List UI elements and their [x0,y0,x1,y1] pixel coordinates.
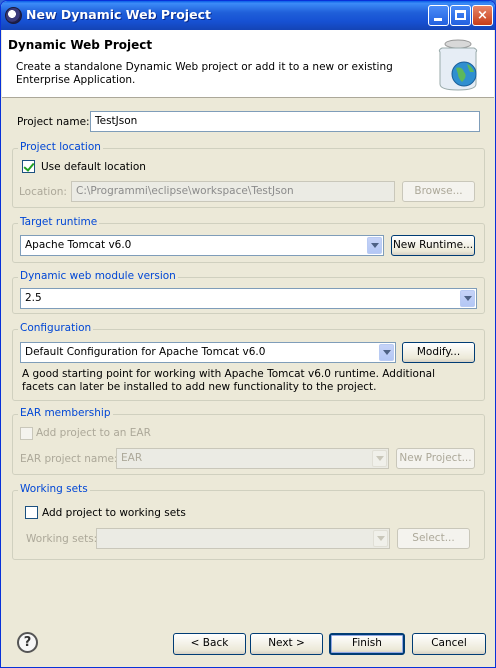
select-working-sets-button[interactable]: Select... [397,528,470,549]
configuration-description: A good starting point for working with A… [22,368,435,393]
module-version-select[interactable]: 2.5 [20,288,477,309]
modify-button[interactable]: Modify... [402,342,475,363]
ear-project-name-label: EAR project name: [20,453,118,465]
chevron-down-icon[interactable] [373,530,388,547]
ear-membership-title: EAR membership [18,407,113,419]
web-project-jar-icon [438,39,478,91]
chevron-down-icon[interactable] [379,344,394,361]
dialog-window: New Dynamic Web Project × Dynamic Web Pr… [0,0,496,668]
location-label: Location: [19,186,67,198]
add-to-ear-checkbox[interactable] [20,427,33,440]
wizard-banner: Dynamic Web Project Create a standalone … [2,30,494,98]
target-runtime-value: Apache Tomcat v6.0 [25,239,132,251]
target-runtime-select[interactable]: Apache Tomcat v6.0 [20,235,384,256]
configuration-select[interactable]: Default Configuration for Apache Tomcat … [20,342,396,363]
ear-project-name-select[interactable]: EAR [116,448,389,469]
add-to-working-sets-label: Add project to working sets [42,507,186,519]
new-runtime-button[interactable]: New Runtime... [391,235,475,256]
working-sets-title: Working sets [18,483,90,495]
working-sets-label: Working sets: [26,533,98,545]
finish-button[interactable]: Finish [329,633,405,655]
use-default-location-label: Use default location [41,161,146,173]
working-sets-select[interactable] [96,528,390,549]
back-button[interactable]: < Back [173,633,246,655]
working-sets-group: Working sets [12,483,485,560]
chevron-down-icon[interactable] [460,290,475,307]
add-to-ear-label: Add project to an EAR [36,427,151,439]
maximize-button[interactable] [450,5,471,26]
eclipse-icon [5,7,22,24]
module-version-title: Dynamic web module version [18,270,178,282]
page-description: Create a standalone Dynamic Web project … [16,61,393,86]
close-button[interactable]: × [472,5,493,26]
new-ear-project-button[interactable]: New Project... [396,448,475,469]
use-default-location-checkbox[interactable] [22,160,35,173]
project-name-input[interactable]: TestJson [90,111,480,132]
minimize-icon [434,18,442,21]
maximize-icon [455,10,466,20]
project-name-label: Project name: [17,116,90,128]
configuration-value: Default Configuration for Apache Tomcat … [25,346,266,358]
module-version-value: 2.5 [25,292,42,304]
chevron-down-icon[interactable] [367,237,382,254]
target-runtime-title: Target runtime [18,216,100,228]
help-icon[interactable]: ? [17,632,38,653]
browse-button[interactable]: Browse... [402,181,475,202]
ear-project-name-value: EAR [121,452,143,464]
chevron-down-icon[interactable] [372,450,387,467]
location-input[interactable]: C:\Programmi\eclipse\workspace\TestJson [71,181,395,202]
title-bar[interactable]: New Dynamic Web Project × [1,1,495,30]
project-location-title: Project location [18,141,103,153]
configuration-title: Configuration [18,322,94,334]
minimize-button[interactable] [428,5,449,26]
add-to-working-sets-checkbox[interactable] [25,506,38,519]
page-title: Dynamic Web Project [8,38,153,52]
cancel-button[interactable]: Cancel [412,633,486,655]
window-title: New Dynamic Web Project [26,7,211,22]
next-button[interactable]: Next > [250,633,323,655]
